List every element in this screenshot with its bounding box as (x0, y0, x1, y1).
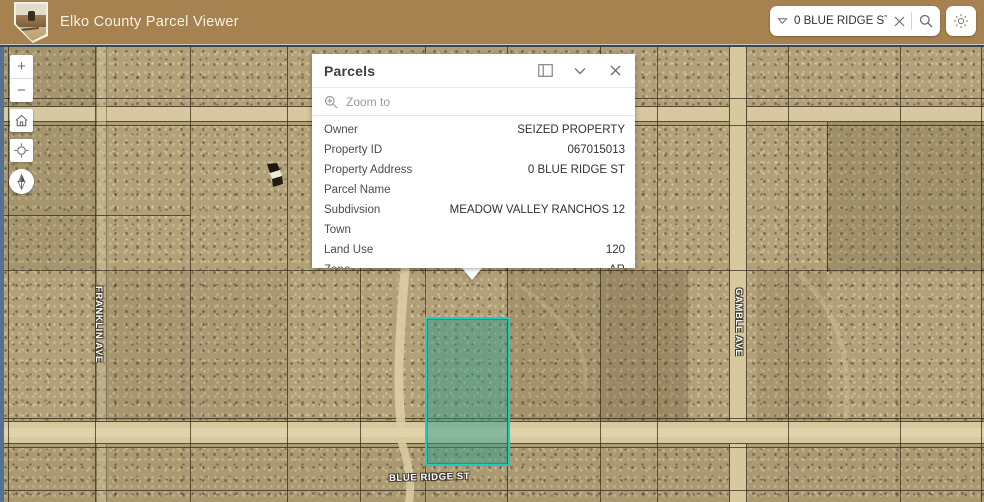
parcel-grid-line (0, 270, 984, 271)
parcel-grid-line (0, 215, 190, 216)
header-actions (770, 6, 976, 36)
road-label-franklin-ave: FRANKLIN AVE (93, 286, 104, 363)
field-label: Parcel Name (324, 184, 390, 196)
field-row-parcel-name: Parcel Name (312, 180, 635, 200)
compass-button[interactable] (9, 169, 34, 194)
road-label-gamble-ave: GAMBLE AVE (733, 288, 744, 356)
parcel-grid-line (95, 45, 96, 502)
attribute-fields: Owner SEIZED PROPERTY Property ID 067015… (312, 116, 635, 268)
parcel-grid-line (190, 45, 191, 502)
terrain-patch (600, 271, 688, 423)
search-submit-button[interactable] (912, 6, 940, 36)
field-label: Owner (324, 124, 358, 136)
selected-parcel-highlight[interactable] (425, 317, 510, 466)
compass-needle-icon (15, 173, 28, 190)
terrain-feature (260, 163, 288, 193)
terrain-patch (95, 271, 190, 420)
field-value: 120 (606, 244, 625, 256)
popup-callout-arrow (462, 268, 482, 280)
field-label: Property Address (324, 164, 412, 176)
locate-button[interactable] (10, 139, 33, 162)
field-value: MEADOW VALLEY RANCHOS 12 (450, 204, 625, 216)
field-row-land-use: Land Use 120 (312, 240, 635, 260)
close-icon (894, 16, 905, 27)
app-window: FRANKLIN AVE GAMBLE AVE BLUE RIDGE ST + … (0, 0, 984, 502)
popup-header: Parcels (312, 54, 635, 87)
parcel-grid-line (0, 490, 984, 491)
zoom-out-button[interactable]: − (10, 79, 33, 102)
terrain-patch (827, 122, 984, 272)
sun-icon (953, 13, 969, 29)
clear-search-button[interactable] (887, 6, 911, 36)
field-label: Land Use (324, 244, 373, 256)
field-label: Subdivsion (324, 204, 380, 216)
parcel-grid-line (827, 122, 828, 272)
field-label: Zone (324, 264, 350, 268)
search-input[interactable] (794, 15, 887, 27)
zoom-to-magnifier-icon (324, 95, 338, 109)
popup-title: Parcels (324, 63, 520, 79)
zoom-to-label: Zoom to (346, 95, 390, 109)
dock-popup-button[interactable] (535, 61, 555, 81)
close-popup-button[interactable] (605, 61, 625, 81)
parcel-grid-line (900, 45, 901, 502)
field-label: Property ID (324, 144, 382, 156)
home-button[interactable] (10, 109, 33, 132)
app-title: Elko County Parcel Viewer (60, 14, 239, 30)
parcel-grid-line (981, 45, 982, 502)
terrain-patch (507, 271, 600, 420)
terrain-patch (190, 271, 287, 420)
field-row-zone: Zone AR (312, 260, 635, 268)
display-settings-button[interactable] (946, 6, 976, 36)
zoom-to-action[interactable]: Zoom to (312, 87, 635, 116)
field-value: SEIZED PROPERTY (517, 124, 625, 136)
zoom-in-button[interactable]: + (10, 55, 33, 78)
parcel-grid-line (287, 45, 288, 502)
collapse-popup-button[interactable] (570, 61, 590, 81)
parcel-popup: Parcels Zoo (312, 54, 635, 268)
field-row-owner: Owner SEIZED PROPERTY (312, 120, 635, 140)
search-box (770, 6, 940, 36)
chevron-down-icon (777, 17, 788, 25)
field-value: 0 BLUE RIDGE ST (528, 164, 625, 176)
locate-crosshair-icon (14, 143, 29, 158)
field-row-property-address: Property Address 0 BLUE RIDGE ST (312, 160, 635, 180)
map-edge-strip (0, 45, 4, 502)
parcel-grid-line (657, 45, 658, 502)
magnifier-icon (919, 14, 933, 28)
field-value: AR (609, 264, 625, 268)
field-label: Town (324, 224, 351, 236)
road-label-blue-ridge-st: BLUE RIDGE ST (389, 471, 470, 484)
parcel-grid-line (788, 45, 789, 502)
field-row-town: Town (312, 220, 635, 240)
parcel-grid-line (8, 45, 9, 502)
terrain-patch (757, 271, 827, 420)
map-top-border (0, 45, 984, 47)
zoom-widget: + − (10, 55, 33, 102)
home-icon (14, 113, 29, 128)
field-value: 067015013 (567, 144, 625, 156)
field-row-property-id: Property ID 067015013 (312, 140, 635, 160)
search-source-dropdown[interactable] (770, 6, 794, 36)
field-row-subdivision: Subdivsion MEADOW VALLEY RANCHOS 12 (312, 200, 635, 220)
